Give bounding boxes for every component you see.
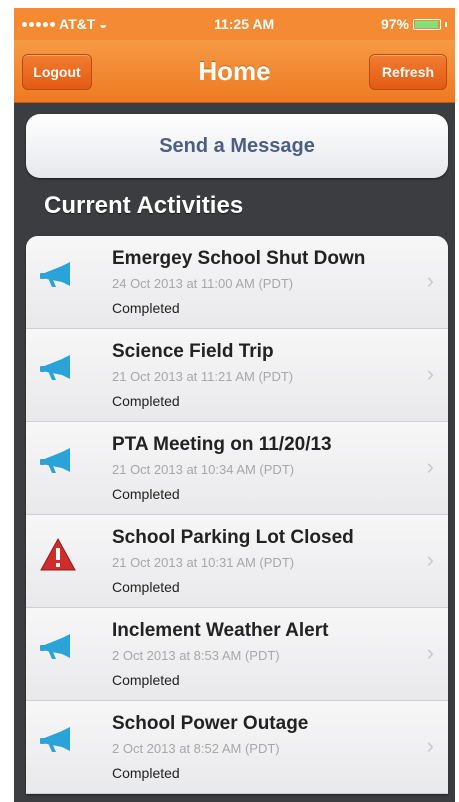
logout-button[interactable]: Logout bbox=[22, 54, 92, 90]
phone-screen: AT&T ◒ 11:25 AM 97% Home Logout Refresh … bbox=[14, 8, 455, 802]
activity-status: Completed bbox=[112, 300, 180, 316]
activity-row[interactable]: Science Field Trip 21 Oct 2013 at 11:21 A… bbox=[26, 329, 448, 422]
megaphone-icon bbox=[38, 442, 78, 482]
status-bar: AT&T ◒ 11:25 AM 97% bbox=[14, 8, 455, 40]
section-title: Current Activities bbox=[44, 192, 244, 219]
navigation-bar: Home Logout Refresh bbox=[14, 40, 455, 103]
send-message-button[interactable]: Send a Message bbox=[26, 114, 448, 178]
activity-title: Inclement Weather Alert bbox=[112, 620, 329, 641]
activity-date: 2 Oct 2013 at 8:52 AM (PDT) bbox=[112, 741, 280, 756]
activity-date: 21 Oct 2013 at 10:34 AM (PDT) bbox=[112, 462, 295, 477]
megaphone-icon bbox=[38, 721, 78, 761]
activity-status: Completed bbox=[112, 486, 180, 502]
chevron-right-icon: › bbox=[426, 454, 434, 479]
activity-title: Science Field Trip bbox=[112, 341, 274, 362]
activity-status: Completed bbox=[112, 672, 180, 688]
activity-title: Emergey School Shut Down bbox=[112, 248, 366, 269]
activity-row[interactable]: Emergey School Shut Down 24 Oct 2013 at 1… bbox=[26, 236, 448, 329]
battery-icon bbox=[413, 18, 441, 30]
activity-row[interactable]: School Power Outage 2 Oct 2013 at 8:52 AM… bbox=[26, 701, 448, 794]
chevron-right-icon: › bbox=[426, 547, 434, 572]
activity-row[interactable]: PTA Meeting on 11/20/13 21 Oct 2013 at 10… bbox=[26, 422, 448, 515]
megaphone-icon bbox=[38, 349, 78, 389]
activity-status: Completed bbox=[112, 393, 180, 409]
clock: 11:25 AM bbox=[213, 16, 275, 32]
activity-status: Completed bbox=[112, 765, 180, 781]
megaphone-icon bbox=[38, 256, 78, 296]
carrier-group: AT&T ◒ bbox=[22, 16, 107, 32]
megaphone-icon bbox=[38, 628, 78, 668]
chevron-right-icon: › bbox=[426, 640, 434, 665]
activity-row[interactable]: School Parking Lot Closed 21 Oct 2013 at … bbox=[26, 515, 448, 608]
activity-title: School Power Outage bbox=[112, 713, 309, 734]
activity-date: 24 Oct 2013 at 11:00 AM (PDT) bbox=[112, 276, 294, 291]
activity-list: Emergey School Shut Down 24 Oct 2013 at 1… bbox=[26, 236, 448, 794]
warning-icon bbox=[38, 535, 78, 575]
chevron-right-icon: › bbox=[426, 361, 434, 386]
chevron-right-icon: › bbox=[426, 268, 434, 293]
activity-title: School Parking Lot Closed bbox=[112, 527, 354, 548]
refresh-button[interactable]: Refresh bbox=[369, 54, 447, 90]
signal-strength-icon bbox=[22, 21, 55, 27]
chevron-right-icon: › bbox=[426, 733, 434, 758]
activity-date: 21 Oct 2013 at 10:31 AM (PDT) bbox=[112, 555, 295, 570]
activity-title: PTA Meeting on 11/20/13 bbox=[112, 434, 332, 455]
activity-date: 21 Oct 2013 at 11:21 AM (PDT) bbox=[112, 369, 294, 384]
activity-status: Completed bbox=[112, 579, 180, 595]
battery-group: 97% bbox=[381, 16, 447, 32]
activity-row[interactable]: Inclement Weather Alert 2 Oct 2013 at 8:5… bbox=[26, 608, 448, 701]
battery-percent: 97% bbox=[380, 16, 409, 32]
wifi-icon: ◒ bbox=[99, 16, 108, 32]
carrier-label: AT&T bbox=[59, 16, 96, 32]
activity-date: 2 Oct 2013 at 8:53 AM (PDT) bbox=[112, 648, 280, 663]
